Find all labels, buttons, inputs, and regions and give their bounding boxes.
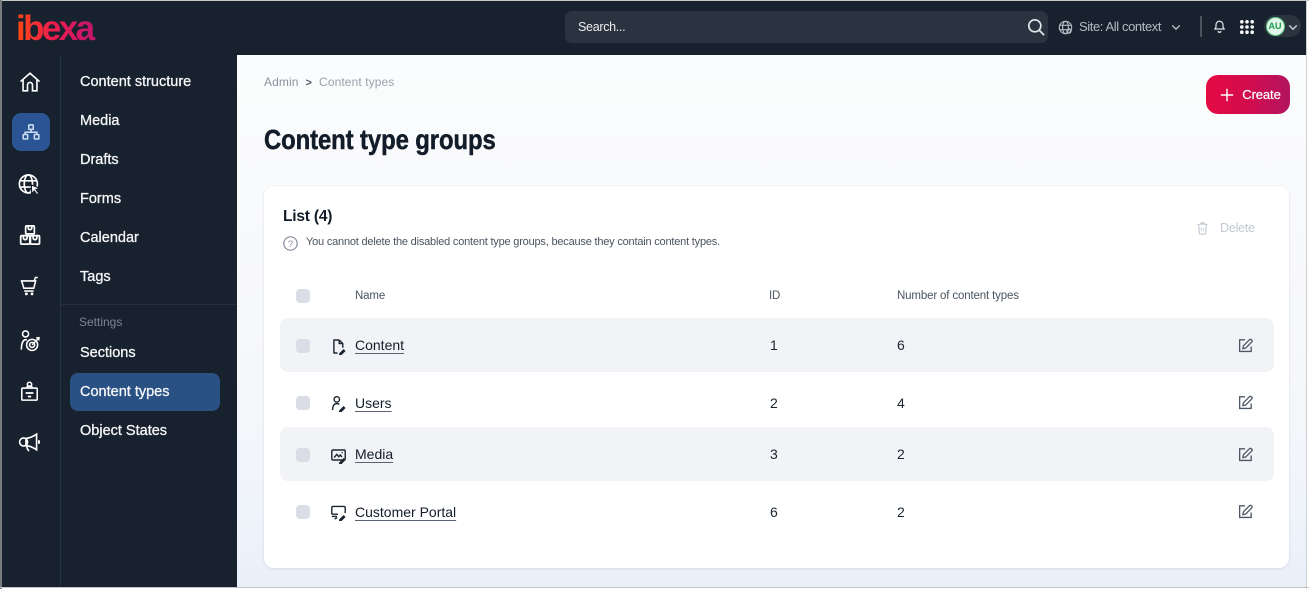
svg-text:?: ? — [288, 239, 293, 250]
svg-text:ibexa: ibexa — [17, 12, 96, 48]
